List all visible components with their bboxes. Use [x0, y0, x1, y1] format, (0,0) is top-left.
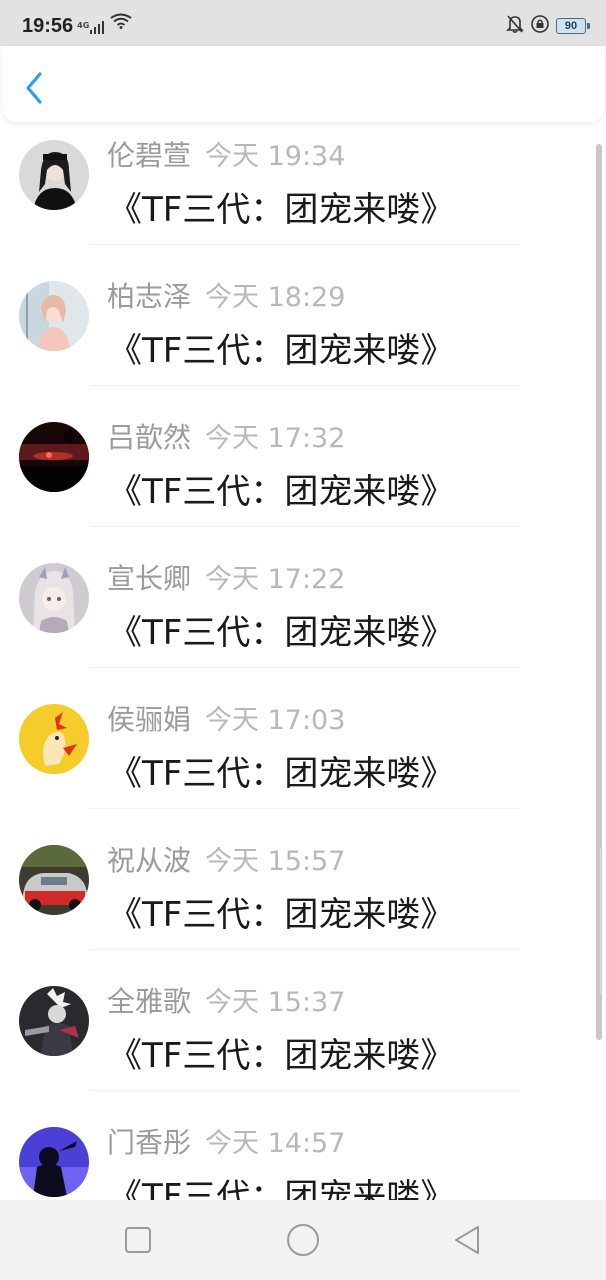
sender-name: 侯骊娟 [107, 703, 192, 736]
circle-home-icon [287, 1224, 319, 1256]
message-title: 《TF三代：团宠来喽》 [108, 331, 455, 371]
chevron-left-icon [26, 72, 42, 104]
sender-name: 吕歆然 [107, 421, 192, 454]
message-title: 《TF三代：团宠来喽》 [108, 1177, 455, 1200]
message-title: 《TF三代：团宠来喽》 [108, 190, 455, 230]
signal-icon: 4G [77, 20, 105, 34]
avatar [19, 140, 89, 210]
sender-name: 全雅歌 [107, 985, 192, 1018]
divider [90, 808, 520, 809]
list-item[interactable]: 柏志泽 今天 18:29 《TF三代：团宠来喽》 [0, 263, 600, 404]
divider [90, 244, 520, 245]
battery-icon: 90 [556, 18, 590, 34]
message-time: 今天 17:03 [205, 705, 346, 736]
divider [90, 385, 520, 386]
lock-rotation-icon [530, 14, 550, 38]
sender-name: 伦碧萱 [107, 139, 192, 172]
list-item[interactable]: 门香彤 今天 14:57 《TF三代：团宠来喽》 [0, 1109, 600, 1200]
edge-handle[interactable] [600, 846, 606, 996]
sender-name: 柏志泽 [107, 280, 192, 313]
message-title: 《TF三代：团宠来喽》 [108, 895, 455, 935]
avatar [19, 845, 89, 915]
mute-icon [506, 14, 524, 38]
avatar [19, 281, 89, 351]
divider [90, 667, 520, 668]
list-item[interactable]: 祝从波 今天 15:57 《TF三代：团宠来喽》 [0, 827, 600, 968]
sender-name: 祝从波 [107, 844, 192, 877]
nav-bar [0, 1200, 606, 1280]
message-title: 《TF三代：团宠来喽》 [108, 1036, 455, 1076]
message-title: 《TF三代：团宠来喽》 [108, 472, 455, 512]
divider [90, 949, 520, 950]
avatar [19, 704, 89, 774]
avatar [19, 1127, 89, 1197]
back-button[interactable] [20, 70, 50, 106]
recents-button[interactable] [120, 1222, 156, 1258]
list-item[interactable]: 伦碧萱 今天 19:34 《TF三代：团宠来喽》 [0, 122, 600, 263]
home-button[interactable] [285, 1222, 321, 1258]
sender-name: 宣长卿 [107, 562, 192, 595]
message-time: 今天 17:22 [205, 564, 346, 595]
avatar [19, 422, 89, 492]
message-list[interactable]: 伦碧萱 今天 19:34 《TF三代：团宠来喽》 柏志泽 今天 18:29 《TF三… [0, 122, 606, 1200]
message-time: 今天 19:34 [205, 141, 346, 172]
status-time: 19:56 [22, 14, 74, 37]
message-time: 今天 15:57 [205, 846, 346, 877]
message-title: 《TF三代：团宠来喽》 [108, 613, 455, 653]
message-time: 今天 15:37 [205, 987, 346, 1018]
divider [90, 1090, 520, 1091]
square-recents-icon [125, 1227, 151, 1253]
sender-name: 门香彤 [107, 1126, 192, 1159]
app-header [2, 46, 604, 122]
list-item[interactable]: 吕歆然 今天 17:32 《TF三代：团宠来喽》 [0, 404, 600, 545]
message-time: 今天 17:32 [205, 423, 346, 454]
message-time: 今天 14:57 [205, 1128, 346, 1159]
list-item[interactable]: 宣长卿 今天 17:22 《TF三代：团宠来喽》 [0, 545, 600, 686]
avatar [19, 986, 89, 1056]
triangle-back-icon [455, 1226, 479, 1254]
message-time: 今天 18:29 [205, 282, 346, 313]
divider [90, 526, 520, 527]
avatar [19, 563, 89, 633]
list-item[interactable]: 全雅歌 今天 15:37 《TF三代：团宠来喽》 [0, 968, 600, 1109]
wifi-icon [110, 13, 132, 33]
message-title: 《TF三代：团宠来喽》 [108, 754, 455, 794]
back-nav-button[interactable] [450, 1222, 486, 1258]
status-bar: 19:56 4G 90 [0, 0, 606, 46]
network-type: 4G [77, 21, 90, 30]
list-item[interactable]: 侯骊娟 今天 17:03 《TF三代：团宠来喽》 [0, 686, 600, 827]
